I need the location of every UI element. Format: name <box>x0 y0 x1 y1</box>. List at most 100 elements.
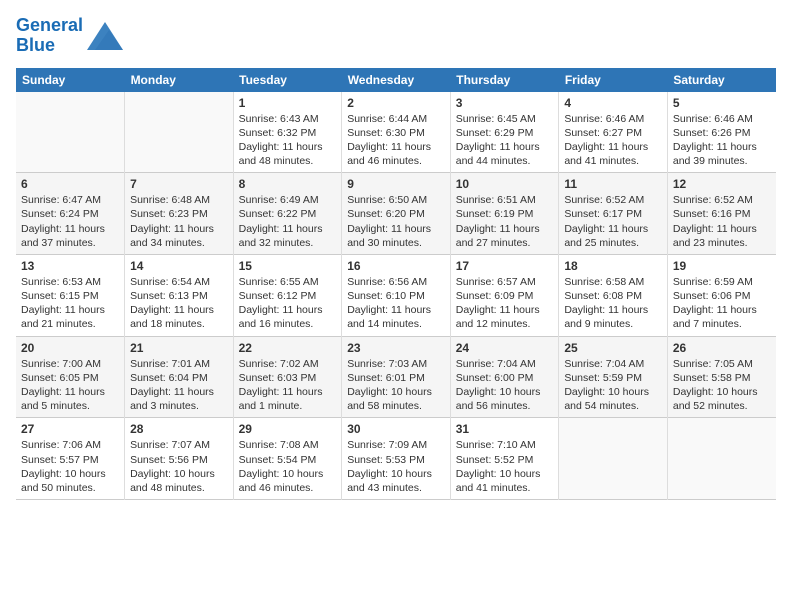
day-number: 2 <box>347 96 445 110</box>
day-detail: Sunrise: 6:48 AM Sunset: 6:23 PM Dayligh… <box>130 193 228 250</box>
day-number: 25 <box>564 341 662 355</box>
day-detail: Sunrise: 7:04 AM Sunset: 5:59 PM Dayligh… <box>564 357 662 414</box>
day-detail: Sunrise: 7:09 AM Sunset: 5:53 PM Dayligh… <box>347 438 445 495</box>
day-cell: 27 Sunrise: 7:06 AM Sunset: 5:57 PM Dayli… <box>16 418 125 500</box>
week-row-4: 20 Sunrise: 7:00 AM Sunset: 6:05 PM Dayli… <box>16 336 776 418</box>
day-detail: Sunrise: 6:52 AM Sunset: 6:16 PM Dayligh… <box>673 193 771 250</box>
day-number: 18 <box>564 259 662 273</box>
day-number: 4 <box>564 96 662 110</box>
day-cell: 2Sunrise: 6:44 AM Sunset: 6:30 PM Daylig… <box>342 92 451 173</box>
day-cell: 4 Sunrise: 6:46 AM Sunset: 6:27 PM Daylig… <box>559 92 668 173</box>
day-detail: Sunrise: 6:53 AM Sunset: 6:15 PM Dayligh… <box>21 275 119 332</box>
day-number: 14 <box>130 259 228 273</box>
day-cell: 17 Sunrise: 6:57 AM Sunset: 6:09 PM Dayli… <box>450 254 559 336</box>
day-number: 30 <box>347 422 445 436</box>
day-cell <box>559 418 668 500</box>
day-detail: Sunrise: 6:49 AM Sunset: 6:22 PM Dayligh… <box>239 193 337 250</box>
day-cell <box>667 418 776 500</box>
day-detail: Sunrise: 6:54 AM Sunset: 6:13 PM Dayligh… <box>130 275 228 332</box>
day-cell: 8 Sunrise: 6:49 AM Sunset: 6:22 PM Daylig… <box>233 173 342 255</box>
header-monday: Monday <box>125 68 234 92</box>
week-row-1: 1Sunrise: 6:43 AM Sunset: 6:32 PM Daylig… <box>16 92 776 173</box>
day-cell: 16 Sunrise: 6:56 AM Sunset: 6:10 PM Dayli… <box>342 254 451 336</box>
day-detail: Sunrise: 6:59 AM Sunset: 6:06 PM Dayligh… <box>673 275 771 332</box>
day-cell <box>16 92 125 173</box>
day-number: 12 <box>673 177 771 191</box>
day-detail: Sunrise: 6:57 AM Sunset: 6:09 PM Dayligh… <box>456 275 554 332</box>
day-detail: Sunrise: 7:03 AM Sunset: 6:01 PM Dayligh… <box>347 357 445 414</box>
day-detail: Sunrise: 7:08 AM Sunset: 5:54 PM Dayligh… <box>239 438 337 495</box>
day-number: 21 <box>130 341 228 355</box>
logo-icon <box>87 22 123 50</box>
logo-text: GeneralBlue <box>16 16 83 56</box>
day-number: 17 <box>456 259 554 273</box>
day-detail: Sunrise: 6:55 AM Sunset: 6:12 PM Dayligh… <box>239 275 337 332</box>
day-cell: 28 Sunrise: 7:07 AM Sunset: 5:56 PM Dayli… <box>125 418 234 500</box>
day-cell: 14 Sunrise: 6:54 AM Sunset: 6:13 PM Dayli… <box>125 254 234 336</box>
day-detail: Sunrise: 6:46 AM Sunset: 6:26 PM Dayligh… <box>673 112 771 169</box>
week-row-2: 6 Sunrise: 6:47 AM Sunset: 6:24 PM Daylig… <box>16 173 776 255</box>
day-number: 13 <box>21 259 119 273</box>
day-number: 20 <box>21 341 119 355</box>
day-number: 26 <box>673 341 771 355</box>
day-number: 7 <box>130 177 228 191</box>
day-detail: Sunrise: 7:06 AM Sunset: 5:57 PM Dayligh… <box>21 438 119 495</box>
day-detail: Sunrise: 6:50 AM Sunset: 6:20 PM Dayligh… <box>347 193 445 250</box>
day-detail: Sunrise: 7:00 AM Sunset: 6:05 PM Dayligh… <box>21 357 119 414</box>
day-cell: 29 Sunrise: 7:08 AM Sunset: 5:54 PM Dayli… <box>233 418 342 500</box>
day-cell: 13 Sunrise: 6:53 AM Sunset: 6:15 PM Dayli… <box>16 254 125 336</box>
day-cell: 12 Sunrise: 6:52 AM Sunset: 6:16 PM Dayli… <box>667 173 776 255</box>
day-cell <box>125 92 234 173</box>
calendar-header-row: SundayMondayTuesdayWednesdayThursdayFrid… <box>16 68 776 92</box>
day-detail: Sunrise: 6:43 AM Sunset: 6:32 PM Dayligh… <box>239 112 337 169</box>
day-cell: 21 Sunrise: 7:01 AM Sunset: 6:04 PM Dayli… <box>125 336 234 418</box>
header-thursday: Thursday <box>450 68 559 92</box>
page-header: GeneralBlue <box>16 16 776 56</box>
day-cell: 7 Sunrise: 6:48 AM Sunset: 6:23 PM Daylig… <box>125 173 234 255</box>
day-number: 10 <box>456 177 554 191</box>
day-cell: 26 Sunrise: 7:05 AM Sunset: 5:58 PM Dayli… <box>667 336 776 418</box>
day-number: 9 <box>347 177 445 191</box>
day-number: 29 <box>239 422 337 436</box>
day-cell: 6 Sunrise: 6:47 AM Sunset: 6:24 PM Daylig… <box>16 173 125 255</box>
day-detail: Sunrise: 6:47 AM Sunset: 6:24 PM Dayligh… <box>21 193 119 250</box>
day-detail: Sunrise: 6:58 AM Sunset: 6:08 PM Dayligh… <box>564 275 662 332</box>
day-cell: 24Sunrise: 7:04 AM Sunset: 6:00 PM Dayli… <box>450 336 559 418</box>
day-number: 11 <box>564 177 662 191</box>
day-detail: Sunrise: 7:07 AM Sunset: 5:56 PM Dayligh… <box>130 438 228 495</box>
day-detail: Sunrise: 7:01 AM Sunset: 6:04 PM Dayligh… <box>130 357 228 414</box>
day-cell: 9 Sunrise: 6:50 AM Sunset: 6:20 PM Daylig… <box>342 173 451 255</box>
day-cell: 19 Sunrise: 6:59 AM Sunset: 6:06 PM Dayli… <box>667 254 776 336</box>
day-detail: Sunrise: 6:51 AM Sunset: 6:19 PM Dayligh… <box>456 193 554 250</box>
day-detail: Sunrise: 6:46 AM Sunset: 6:27 PM Dayligh… <box>564 112 662 169</box>
day-cell: 30 Sunrise: 7:09 AM Sunset: 5:53 PM Dayli… <box>342 418 451 500</box>
day-detail: Sunrise: 6:56 AM Sunset: 6:10 PM Dayligh… <box>347 275 445 332</box>
day-number: 3 <box>456 96 554 110</box>
day-number: 27 <box>21 422 119 436</box>
day-number: 6 <box>21 177 119 191</box>
header-sunday: Sunday <box>16 68 125 92</box>
calendar-table: SundayMondayTuesdayWednesdayThursdayFrid… <box>16 68 776 500</box>
day-number: 19 <box>673 259 771 273</box>
day-cell: 20 Sunrise: 7:00 AM Sunset: 6:05 PM Dayli… <box>16 336 125 418</box>
day-number: 16 <box>347 259 445 273</box>
day-cell: 15 Sunrise: 6:55 AM Sunset: 6:12 PM Dayli… <box>233 254 342 336</box>
day-number: 23 <box>347 341 445 355</box>
day-detail: Sunrise: 6:52 AM Sunset: 6:17 PM Dayligh… <box>564 193 662 250</box>
day-cell: 11 Sunrise: 6:52 AM Sunset: 6:17 PM Dayli… <box>559 173 668 255</box>
header-tuesday: Tuesday <box>233 68 342 92</box>
day-cell: 23 Sunrise: 7:03 AM Sunset: 6:01 PM Dayli… <box>342 336 451 418</box>
day-cell: 25 Sunrise: 7:04 AM Sunset: 5:59 PM Dayli… <box>559 336 668 418</box>
logo: GeneralBlue <box>16 16 123 56</box>
day-number: 8 <box>239 177 337 191</box>
day-detail: Sunrise: 6:45 AM Sunset: 6:29 PM Dayligh… <box>456 112 554 169</box>
day-number: 5 <box>673 96 771 110</box>
day-detail: Sunrise: 7:04 AM Sunset: 6:00 PM Dayligh… <box>456 357 554 414</box>
day-number: 28 <box>130 422 228 436</box>
day-number: 15 <box>239 259 337 273</box>
day-detail: Sunrise: 7:05 AM Sunset: 5:58 PM Dayligh… <box>673 357 771 414</box>
day-cell: 18 Sunrise: 6:58 AM Sunset: 6:08 PM Dayli… <box>559 254 668 336</box>
day-cell: 1Sunrise: 6:43 AM Sunset: 6:32 PM Daylig… <box>233 92 342 173</box>
day-cell: 10 Sunrise: 6:51 AM Sunset: 6:19 PM Dayli… <box>450 173 559 255</box>
header-saturday: Saturday <box>667 68 776 92</box>
